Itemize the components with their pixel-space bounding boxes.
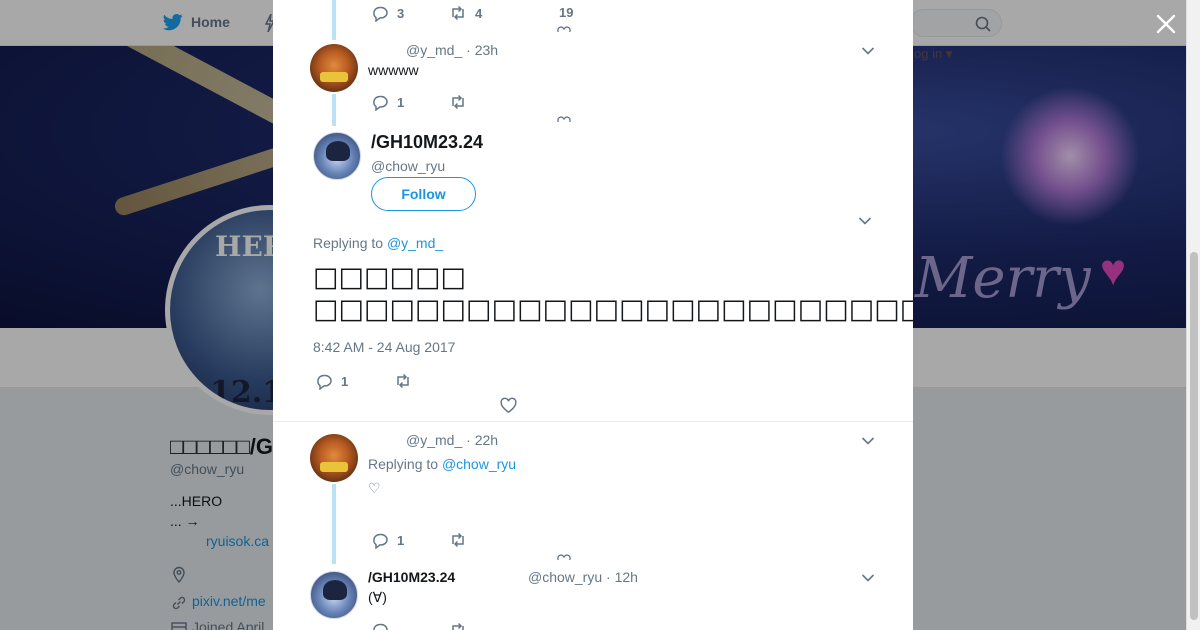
tweet-handle[interactable]: @y_md_ — [406, 42, 462, 58]
tweet-handle[interactable]: @chow_ryu — [528, 569, 602, 585]
like-action[interactable]: 19 — [559, 5, 573, 20]
reply-icon — [317, 374, 332, 390]
thread-line — [332, 94, 336, 126]
thread-line — [332, 0, 336, 40]
tweet-text: (∀) — [368, 589, 387, 605]
tweet-handle[interactable]: @y_md_ — [406, 432, 462, 448]
main-tweet-text: □□□□□□ □□□□□□□□□□□□□□□□□□□□□□□□□□□□□□□(□… — [313, 262, 913, 326]
chevron-down-icon[interactable] — [858, 216, 872, 226]
tweet-text: ♡ — [368, 480, 381, 496]
avatar[interactable] — [310, 571, 358, 619]
reply-action[interactable]: 1 — [371, 531, 404, 549]
reply-icon — [373, 95, 388, 111]
tweet-time[interactable]: 23h — [475, 42, 498, 58]
main-tweet-text-line2: □□□□□□□□□□□□□□□□□□□□□□□□□□□□□□□(□∀□) — [313, 294, 913, 325]
tweet-modal: 3 4 19 @y_md_ · 23h wwwww 1 /GH10M23.24 … — [273, 0, 913, 630]
reply-icon — [373, 623, 388, 630]
reply-count: 3 — [397, 5, 405, 21]
tweet-time[interactable]: 22h — [475, 432, 498, 448]
retweet-icon — [452, 622, 464, 630]
retweet-action[interactable] — [449, 621, 467, 630]
retweet-action[interactable] — [394, 372, 412, 390]
avatar[interactable] — [310, 434, 358, 482]
divider — [273, 421, 913, 422]
like-count: 19 — [559, 5, 574, 20]
main-tweet-timestamp[interactable]: 8:42 AM - 24 Aug 2017 — [313, 339, 455, 355]
avatar[interactable] — [310, 44, 358, 92]
retweet-icon — [452, 94, 464, 110]
reply-action[interactable]: 1 — [315, 372, 348, 390]
chevron-down-icon[interactable] — [861, 436, 875, 446]
replying-prefix: Replying to — [368, 456, 439, 472]
retweet-icon — [397, 373, 409, 389]
reply-count: 1 — [397, 532, 405, 548]
retweet-icon — [452, 5, 464, 21]
tweet-meta: @y_md_ · 23h — [406, 42, 499, 58]
reply-icon — [373, 533, 388, 549]
retweet-action[interactable] — [449, 531, 467, 549]
like-icon[interactable] — [557, 554, 571, 560]
tweet-time[interactable]: 12h — [615, 569, 638, 585]
avatar[interactable] — [313, 132, 361, 180]
retweet-icon — [452, 532, 464, 548]
like-icon[interactable] — [557, 26, 571, 32]
tweet-meta-handle: @chow_ryu · 12h — [528, 569, 638, 585]
reply-action[interactable] — [371, 621, 389, 630]
page-scrollbar[interactable] — [1186, 0, 1200, 630]
reply-action[interactable]: 1 — [371, 93, 404, 111]
replying-to: Replying to @y_md_ — [313, 235, 443, 251]
like-icon[interactable] — [500, 397, 517, 414]
tweet-meta: @y_md_ · 22h — [406, 432, 499, 448]
chevron-down-icon[interactable] — [861, 46, 875, 56]
close-icon[interactable] — [1154, 12, 1178, 36]
tweet-author-name[interactable]: /GH10M23.24 — [368, 569, 455, 585]
thread-line — [332, 484, 336, 564]
like-icon[interactable] — [557, 116, 571, 122]
tweet-meta: /GH10M23.24 — [368, 569, 455, 585]
main-tweet-text-line1: □□□□□□ — [313, 262, 467, 293]
follow-button[interactable]: Follow — [371, 177, 476, 211]
retweet-count: 4 — [475, 5, 483, 21]
replying-to-link[interactable]: @y_md_ — [387, 235, 443, 251]
main-tweet-handle[interactable]: @chow_ryu — [371, 158, 445, 174]
retweet-action[interactable] — [449, 93, 467, 111]
replying-to-link[interactable]: @chow_ryu — [442, 456, 516, 472]
retweet-action[interactable]: 4 — [449, 4, 482, 22]
tweet-text: wwwww — [368, 62, 419, 78]
scrollbar-thumb[interactable] — [1190, 252, 1198, 620]
replying-prefix: Replying to — [313, 235, 384, 251]
reply-action[interactable]: 3 — [371, 4, 404, 22]
chevron-down-icon[interactable] — [861, 573, 875, 583]
reply-count: 1 — [341, 373, 349, 389]
main-tweet-name[interactable]: /GH10M23.24 — [371, 132, 483, 153]
reply-icon — [373, 6, 388, 22]
replying-to: Replying to @chow_ryu — [368, 456, 516, 472]
reply-count: 1 — [397, 94, 405, 110]
